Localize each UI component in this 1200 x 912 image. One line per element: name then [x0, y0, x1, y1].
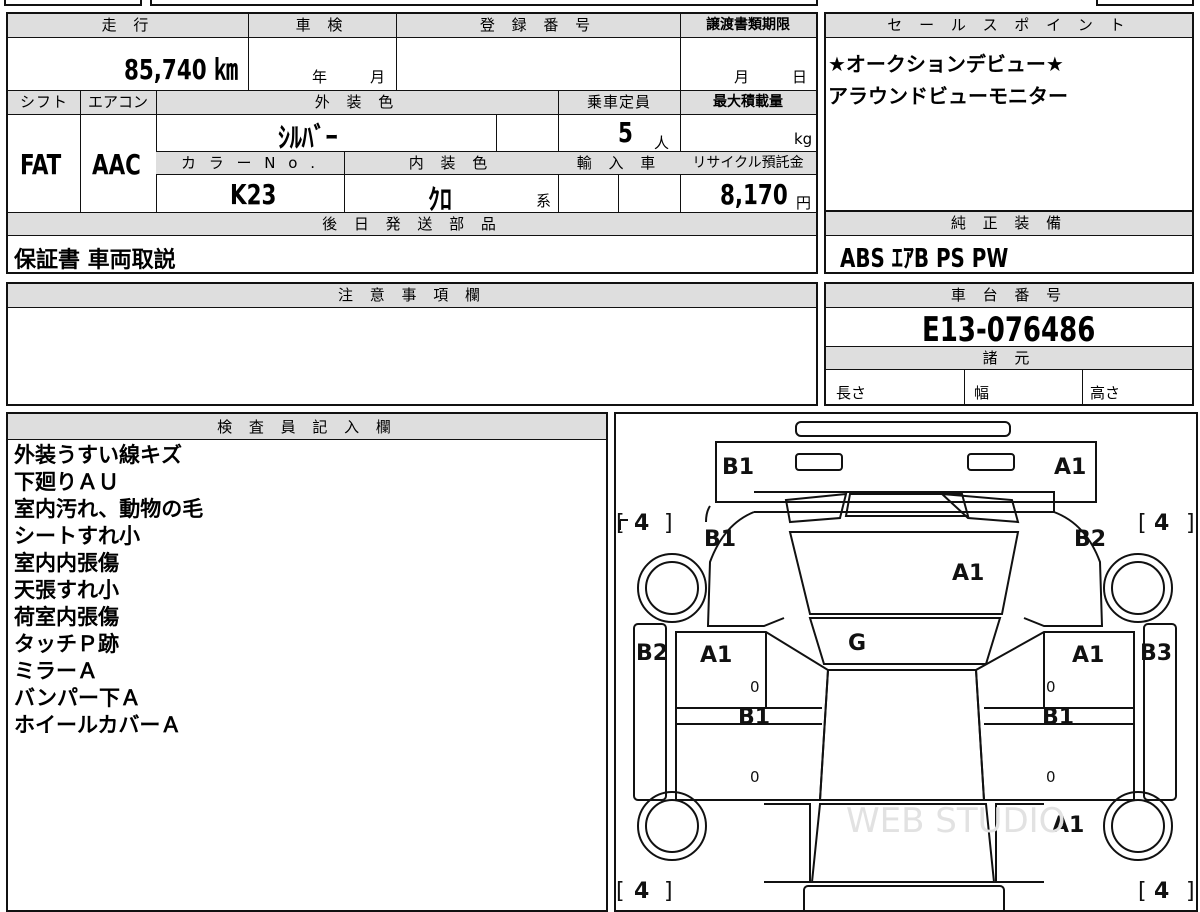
notes-header: 注 意 事 項 欄: [8, 284, 816, 308]
later-parts-header: 後 日 発 送 部 品: [8, 212, 816, 236]
inspector-header: 検 査 員 記 入 欄: [8, 414, 606, 440]
recycle-fee-value: 8,170: [720, 178, 788, 211]
mark-side-left: B2: [636, 641, 668, 666]
sales-point-line-2: アラウンドビューモニター: [828, 84, 1068, 108]
spec-length-label: 長さ: [836, 384, 867, 402]
svg-text:[: [: [1138, 879, 1147, 904]
exterior-color-header: 外 装 色: [156, 91, 558, 115]
svg-text:]: ]: [664, 879, 673, 904]
tire-front-left-count: 4: [634, 511, 649, 536]
shift-header: シフト: [8, 91, 80, 115]
interior-color-header: 内 装 色: [344, 151, 558, 175]
genuine-equipment-box: 純 正 装 備 ABS ｴｱB PS PW: [824, 210, 1194, 274]
tire-rear-left-count: 4: [634, 879, 649, 904]
mark-rear-door-left: B1: [738, 705, 770, 730]
svg-text:]: ]: [664, 511, 673, 536]
door-zero-mark: 0: [1046, 678, 1056, 696]
genuine-equipment-header: 純 正 装 備: [826, 212, 1192, 236]
aircon-value: AAC: [92, 148, 141, 181]
remark-item: 下廻りＡＵ: [14, 470, 119, 494]
notes-box: 注 意 事 項 欄: [6, 282, 818, 406]
car-diagram: 4 4 4 4 [] [] [] [] B1 A1 B1 B2 A1 G B2 …: [616, 421, 1195, 912]
spec-height-label: 高さ: [1090, 384, 1121, 402]
top-stub-left: [4, 0, 142, 6]
svg-text:[: [: [1138, 511, 1147, 536]
capacity-value: 5: [618, 116, 633, 149]
sales-points-header: セ ー ル ス ポ イ ン ト: [826, 14, 1192, 38]
remark-item: タッチＰ跡: [14, 632, 119, 656]
svg-text:[: [: [616, 511, 625, 536]
specs-header: 諸 元: [826, 346, 1192, 370]
remark-item: ホイールカバーＡ: [14, 713, 182, 737]
mileage-header: 走 行: [8, 14, 248, 38]
mark-hood: A1: [952, 561, 984, 586]
mileage-value: 85,740 ㎞: [124, 53, 238, 86]
mark-windshield: G: [848, 631, 866, 656]
mark-front-door-right: A1: [1072, 643, 1104, 668]
mark-fender-left: B1: [704, 527, 736, 552]
inspector-remarks-list: 外装うすい線キズ 下廻りＡＵ 室内汚れ、動物の毛 シートすれ小 室内内張傷 天張…: [14, 442, 594, 739]
sales-points-box: セ ー ル ス ポ イ ン ト ★オークションデビュー★ アラウンドビューモニタ…: [824, 12, 1194, 212]
remark-item: 天張すれ小: [14, 578, 119, 602]
interior-suffix: 系: [536, 192, 552, 210]
car-diagram-box: 4 4 4 4 [] [] [] [] B1 A1 B1 B2 A1 G B2 …: [614, 412, 1198, 912]
mark-front-door-left: A1: [700, 643, 732, 668]
max-load-unit: kg: [794, 130, 813, 148]
door-zero-mark: 0: [1046, 768, 1056, 786]
inspection-year-unit: 年: [312, 68, 328, 86]
recycle-unit: 円: [796, 194, 812, 212]
color-no-header: カ ラ ー N o .: [156, 151, 344, 175]
remark-item: シートすれ小: [14, 524, 140, 548]
tire-front-right-count: 4: [1154, 511, 1169, 536]
mark-fender-right: B2: [1074, 527, 1106, 552]
inspection-month-unit: 月: [370, 68, 386, 86]
transfer-deadline-header: 譲渡書類期限: [680, 14, 816, 38]
remark-item: 外装うすい線キズ: [14, 443, 182, 467]
vehicle-info-table: 走 行 車 検 登 録 番 号 譲渡書類期限 85,740 ㎞ 年 月 月 日 …: [6, 12, 818, 274]
mark-front-left: B1: [722, 455, 754, 480]
registration-header: 登 録 番 号: [396, 14, 680, 38]
import-header: 輸 入 車: [558, 151, 680, 175]
remark-item: 荷室内張傷: [14, 605, 119, 629]
remark-item: バンパー下Ａ: [14, 686, 142, 710]
deadline-day-unit: 日: [792, 68, 808, 86]
chassis-header: 車 台 番 号: [826, 284, 1192, 308]
recycle-header: リサイクル預託金: [680, 151, 816, 175]
top-stub-mid: [150, 0, 818, 6]
remark-item: 室内汚れ、動物の毛: [14, 497, 204, 521]
tire-rear-right-count: 4: [1154, 879, 1169, 904]
mark-side-right: B3: [1140, 641, 1172, 666]
capacity-header: 乗車定員: [558, 91, 680, 115]
svg-text:[: [: [616, 879, 625, 904]
aircon-header: エアコン: [80, 91, 156, 115]
door-zero-mark: 0: [750, 768, 760, 786]
chassis-number: E13-076486: [922, 310, 1096, 350]
svg-text:]: ]: [1186, 879, 1195, 904]
capacity-unit: 人: [654, 134, 670, 152]
spec-width-label: 幅: [974, 384, 990, 402]
max-load-header: 最大積載量: [680, 91, 816, 115]
door-zero-mark: 0: [750, 678, 760, 696]
color-no-value: K23: [230, 178, 277, 211]
svg-text:]: ]: [1186, 511, 1195, 536]
chassis-box: 車 台 番 号 E13-076486 諸 元 長さ 幅 高さ: [824, 282, 1194, 406]
top-stub-right: [1096, 0, 1194, 6]
shift-value: FAT: [20, 148, 62, 181]
exterior-color-value: ｼﾙﾊﾞｰ: [278, 121, 338, 154]
sales-point-line-1: ★オークションデビュー★: [828, 52, 1064, 76]
inspection-header: 車 検: [248, 14, 396, 38]
later-parts-value: 保証書 車両取説: [14, 248, 176, 273]
remark-item: ミラーＡ: [14, 659, 98, 683]
mark-rear-door-right: B1: [1042, 705, 1074, 730]
genuine-equipment-value: ABS ｴｱB PS PW: [840, 244, 1009, 274]
inspector-box: 検 査 員 記 入 欄 外装うすい線キズ 下廻りＡＵ 室内汚れ、動物の毛 シート…: [6, 412, 608, 912]
mark-front-right: A1: [1054, 455, 1086, 480]
watermark: WEB STUDIO: [846, 801, 1065, 841]
deadline-month-unit: 月: [734, 68, 750, 86]
remark-item: 室内内張傷: [14, 551, 119, 575]
